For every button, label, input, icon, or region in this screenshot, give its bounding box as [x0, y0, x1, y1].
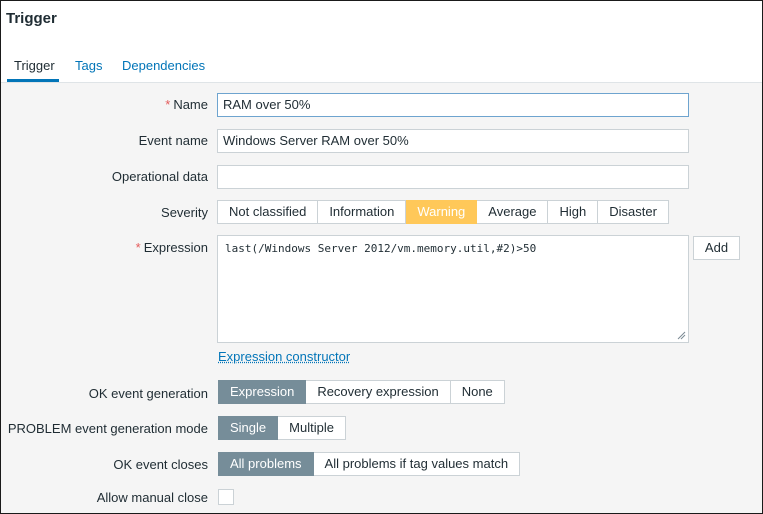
ok-event-generation-label: OK event generation — [88, 386, 208, 401]
ok-closes-tag-values-match[interactable]: All problems if tag values match — [313, 452, 521, 476]
tab-bar — [1, 48, 762, 83]
ok-event-generation-none[interactable]: None — [450, 380, 505, 404]
expression-constructor-link[interactable]: Expression constructor — [218, 349, 350, 364]
problem-event-generation-mode-label: PROBLEM event generation mode — [7, 421, 208, 436]
problem-mode-multiple[interactable]: Multiple — [278, 416, 346, 440]
severity-selector: Not classified Information Warning Avera… — [217, 200, 669, 224]
resize-handle-icon[interactable] — [677, 331, 686, 340]
tab-trigger[interactable]: Trigger — [14, 58, 55, 73]
problem-mode-single[interactable]: Single — [218, 416, 279, 440]
event-name-label: Event name — [138, 133, 208, 148]
active-tab-indicator — [7, 79, 59, 82]
problem-event-generation-mode-selector: Single Multiple — [218, 416, 346, 440]
event-name-input[interactable]: Windows Server RAM over 50% — [217, 129, 689, 153]
allow-manual-close-checkbox[interactable] — [218, 489, 234, 505]
severity-label: Severity — [161, 205, 208, 220]
operational-data-input[interactable] — [217, 165, 689, 189]
tab-dependencies[interactable]: Dependencies — [122, 58, 205, 73]
add-expression-button[interactable]: Add — [693, 236, 740, 260]
operational-data-label: Operational data — [111, 169, 208, 184]
ok-event-closes-label: OK event closes — [113, 457, 208, 472]
page-title: Trigger — [6, 10, 57, 27]
required-marker: * — [135, 240, 141, 255]
expression-textarea[interactable]: last(/Windows Server 2012/vm.memory.util… — [217, 235, 689, 343]
severity-information[interactable]: Information — [318, 200, 407, 224]
ok-event-generation-recovery-expression[interactable]: Recovery expression — [306, 380, 451, 404]
expression-text: last(/Windows Server 2012/vm.memory.util… — [225, 242, 537, 255]
ok-event-closes-selector: All problems All problems if tag values … — [218, 452, 521, 476]
ok-closes-all-problems[interactable]: All problems — [218, 452, 314, 476]
ok-event-generation-expression[interactable]: Expression — [218, 380, 307, 404]
name-label: * Name — [165, 97, 208, 112]
page-header: Trigger — [1, 1, 762, 48]
ok-event-generation-selector: Expression Recovery expression None — [218, 380, 505, 404]
severity-average[interactable]: Average — [477, 200, 549, 224]
severity-disaster[interactable]: Disaster — [598, 200, 669, 224]
severity-warning[interactable]: Warning — [406, 200, 478, 224]
allow-manual-close-label: Allow manual close — [96, 490, 208, 505]
severity-not-classified[interactable]: Not classified — [217, 200, 319, 224]
required-marker: * — [165, 97, 171, 112]
expression-label: * Expression — [135, 240, 208, 255]
severity-high[interactable]: High — [548, 200, 599, 224]
name-input[interactable]: RAM over 50% — [217, 93, 689, 117]
tab-tags[interactable]: Tags — [75, 58, 102, 73]
